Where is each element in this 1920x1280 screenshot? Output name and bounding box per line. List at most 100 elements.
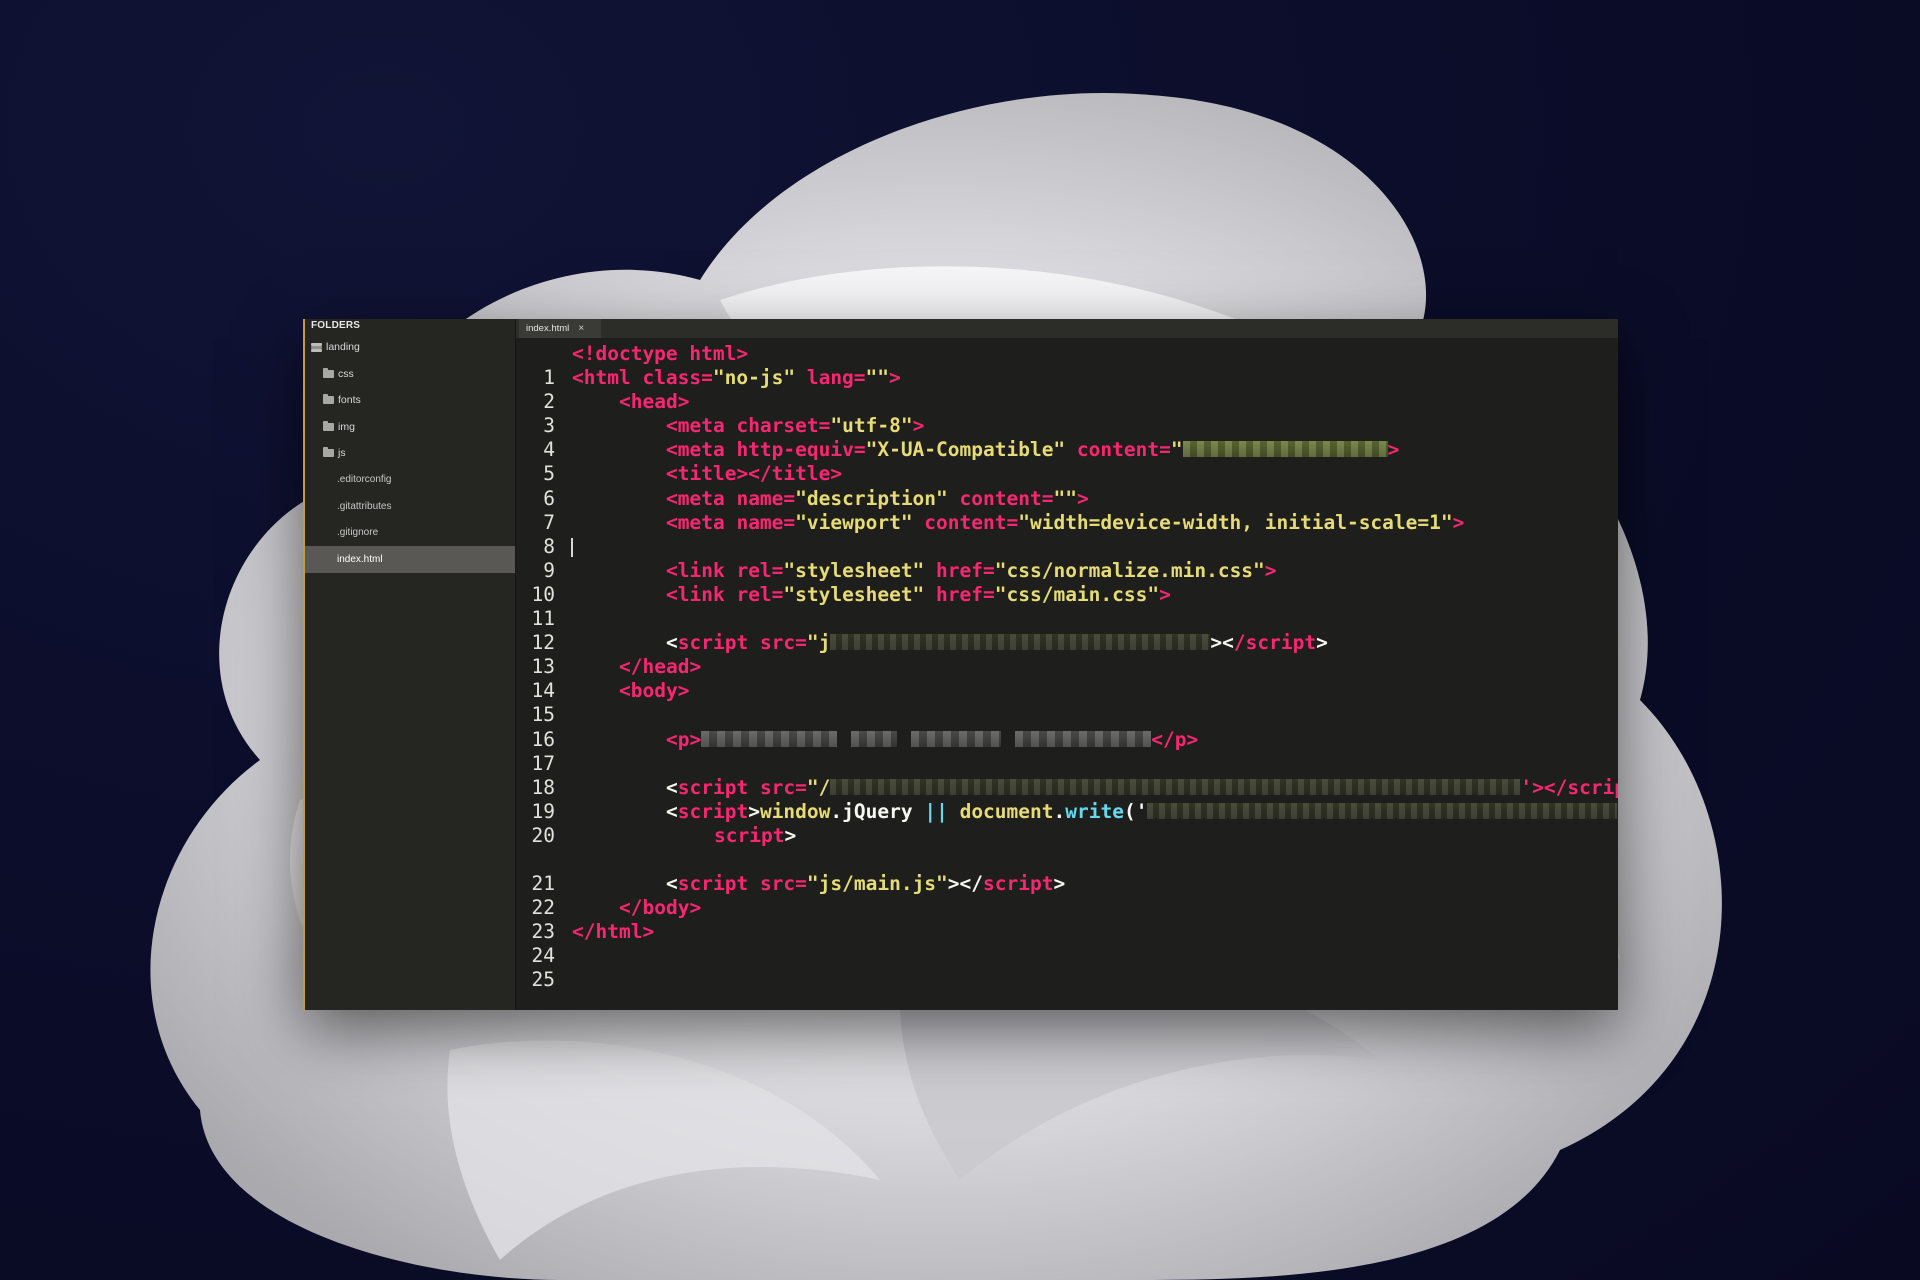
code-token: </p>: [1151, 727, 1199, 751]
code-line: 6 <title></title>: [516, 462, 1618, 509]
code-token: >: [1264, 558, 1277, 582]
code-line: 1 <!doctype html>: [516, 342, 1618, 389]
code-token: window: [759, 799, 831, 823]
code-line: 20 <script>window.jQuery || document.wri…: [516, 799, 1618, 847]
code-token: <!doctype html>: [572, 342, 749, 365]
code-line: 13 <script src="j ></script>: [516, 631, 1618, 678]
code-token: >: [1387, 438, 1400, 462]
code-token: ></: [947, 872, 984, 896]
code-line: 16: [516, 703, 1618, 751]
code-token: "viewport": [795, 510, 913, 534]
redacted-text: [701, 730, 838, 747]
tree-item-label: .gitignore: [337, 527, 379, 539]
code-token: >: [784, 823, 797, 847]
close-icon[interactable]: ×: [578, 323, 584, 334]
code-line: 21: [516, 848, 1618, 895]
code-token: rel=: [736, 558, 784, 582]
code-token: <meta: [666, 510, 737, 534]
tree-item-js[interactable]: js: [303, 440, 515, 467]
tab-index-html[interactable]: index.html ×: [519, 319, 601, 338]
tree-item-index-html[interactable]: index.html: [303, 546, 515, 573]
text-cursor: [571, 537, 573, 557]
code-token: script: [677, 631, 760, 655]
code-token: .: [830, 799, 843, 823]
tree-item-label: landing: [326, 341, 360, 354]
code-line: 18: [516, 752, 1618, 799]
code-token: jQuery: [842, 799, 913, 823]
code-token: >: [1053, 872, 1066, 896]
redacted-text: [911, 730, 1002, 747]
tree-item-label: fonts: [338, 394, 361, 407]
code-area[interactable]: 1 <!doctype html> 2 <html class="no-js" …: [516, 342, 1618, 1010]
code-token: >: [889, 366, 901, 390]
code-token: <head>: [619, 390, 690, 414]
code-token: </head>: [619, 655, 702, 679]
code-token: content=: [1065, 438, 1171, 462]
code-token: <link: [666, 582, 737, 606]
code-token: "": [865, 366, 890, 390]
tree-item-img[interactable]: img: [303, 414, 515, 441]
code-line: 8 <meta name="viewport" content="width=d…: [516, 510, 1618, 558]
redacted-text: [1182, 441, 1388, 458]
code-token: <html: [572, 366, 643, 390]
code-line: 19 <script src="/'></scrip: [516, 775, 1618, 823]
code-token: content=: [912, 510, 1019, 534]
folders-header: FOLDERS: [311, 320, 361, 331]
code-token: class=: [642, 366, 713, 390]
editor-window: FOLDERS landing css fonts img js .editor…: [303, 319, 1618, 1010]
code-token: script: [677, 775, 760, 799]
code-token: "css/main.css": [994, 582, 1160, 606]
tree-item-gitattributes[interactable]: .gitattributes: [303, 493, 515, 520]
code-line-wrapped: script>: [516, 824, 1618, 848]
code-token: >: [912, 414, 925, 438]
tree-item-editorconfig[interactable]: .editorconfig: [303, 467, 515, 494]
code-token: (': [1123, 799, 1148, 823]
tree-item-css[interactable]: css: [303, 361, 515, 388]
code-line: 24 </html>: [516, 920, 1618, 967]
code-token: <: [666, 775, 678, 799]
code-line: 2 <html class="no-js" lang="">: [516, 366, 1618, 413]
code-token: content=: [947, 486, 1054, 510]
code-token: .: [1053, 799, 1066, 823]
code-token: >: [1452, 510, 1465, 534]
editor-pane: index.html × 1 <!doctype html> 2 <html c…: [516, 319, 1618, 1010]
tab-label: index.html: [526, 323, 570, 334]
code-token: >: [748, 799, 760, 823]
code-token: name=: [736, 486, 796, 510]
code-line: 22 <script src="js/main.js"></script>: [516, 872, 1618, 919]
code-line: 23 </body>: [516, 896, 1618, 943]
code-token: <: [666, 631, 678, 655]
code-token: '></scrip: [1520, 775, 1618, 799]
code-token: <meta: [666, 438, 737, 462]
code-line: 10 <link rel="stylesheet" href="css/norm…: [516, 558, 1618, 606]
code-token: write: [1065, 799, 1124, 823]
code-token: <: [666, 872, 678, 896]
code-token: src=: [759, 872, 807, 896]
tab-bar: index.html ×: [516, 319, 1618, 338]
code-line: 17 <p> </p>: [516, 727, 1618, 775]
code-token: script: [677, 799, 749, 823]
code-token: </body>: [619, 896, 702, 920]
tree-item-landing[interactable]: landing: [303, 334, 515, 361]
code-token: <title></title>: [666, 462, 843, 486]
code-token: "description": [795, 486, 948, 510]
code-line: 15 <body>: [516, 679, 1618, 726]
code-token: "": [1053, 486, 1077, 510]
tree-item-gitignore[interactable]: .gitignore: [303, 520, 515, 547]
code-token: <meta: [666, 414, 737, 438]
code-token: <meta: [666, 486, 737, 510]
folder-icon: [323, 394, 334, 405]
tree-item-fonts[interactable]: fonts: [303, 387, 515, 414]
code-token: name=: [736, 510, 796, 534]
code-token: "js/main.js": [806, 872, 948, 896]
code-token: href=: [924, 558, 995, 582]
code-token: rel=: [736, 582, 784, 606]
code-token: "no-js": [712, 366, 796, 390]
code-token: script: [714, 823, 785, 847]
sidebar: FOLDERS landing css fonts img js .editor…: [303, 319, 516, 1010]
tree-item-label: .gitattributes: [337, 500, 392, 512]
code-line: 14 </head>: [516, 655, 1618, 702]
folder-icon: [323, 367, 334, 378]
code-line-current: 9: [516, 535, 1618, 582]
tree-item-label: css: [338, 367, 354, 380]
